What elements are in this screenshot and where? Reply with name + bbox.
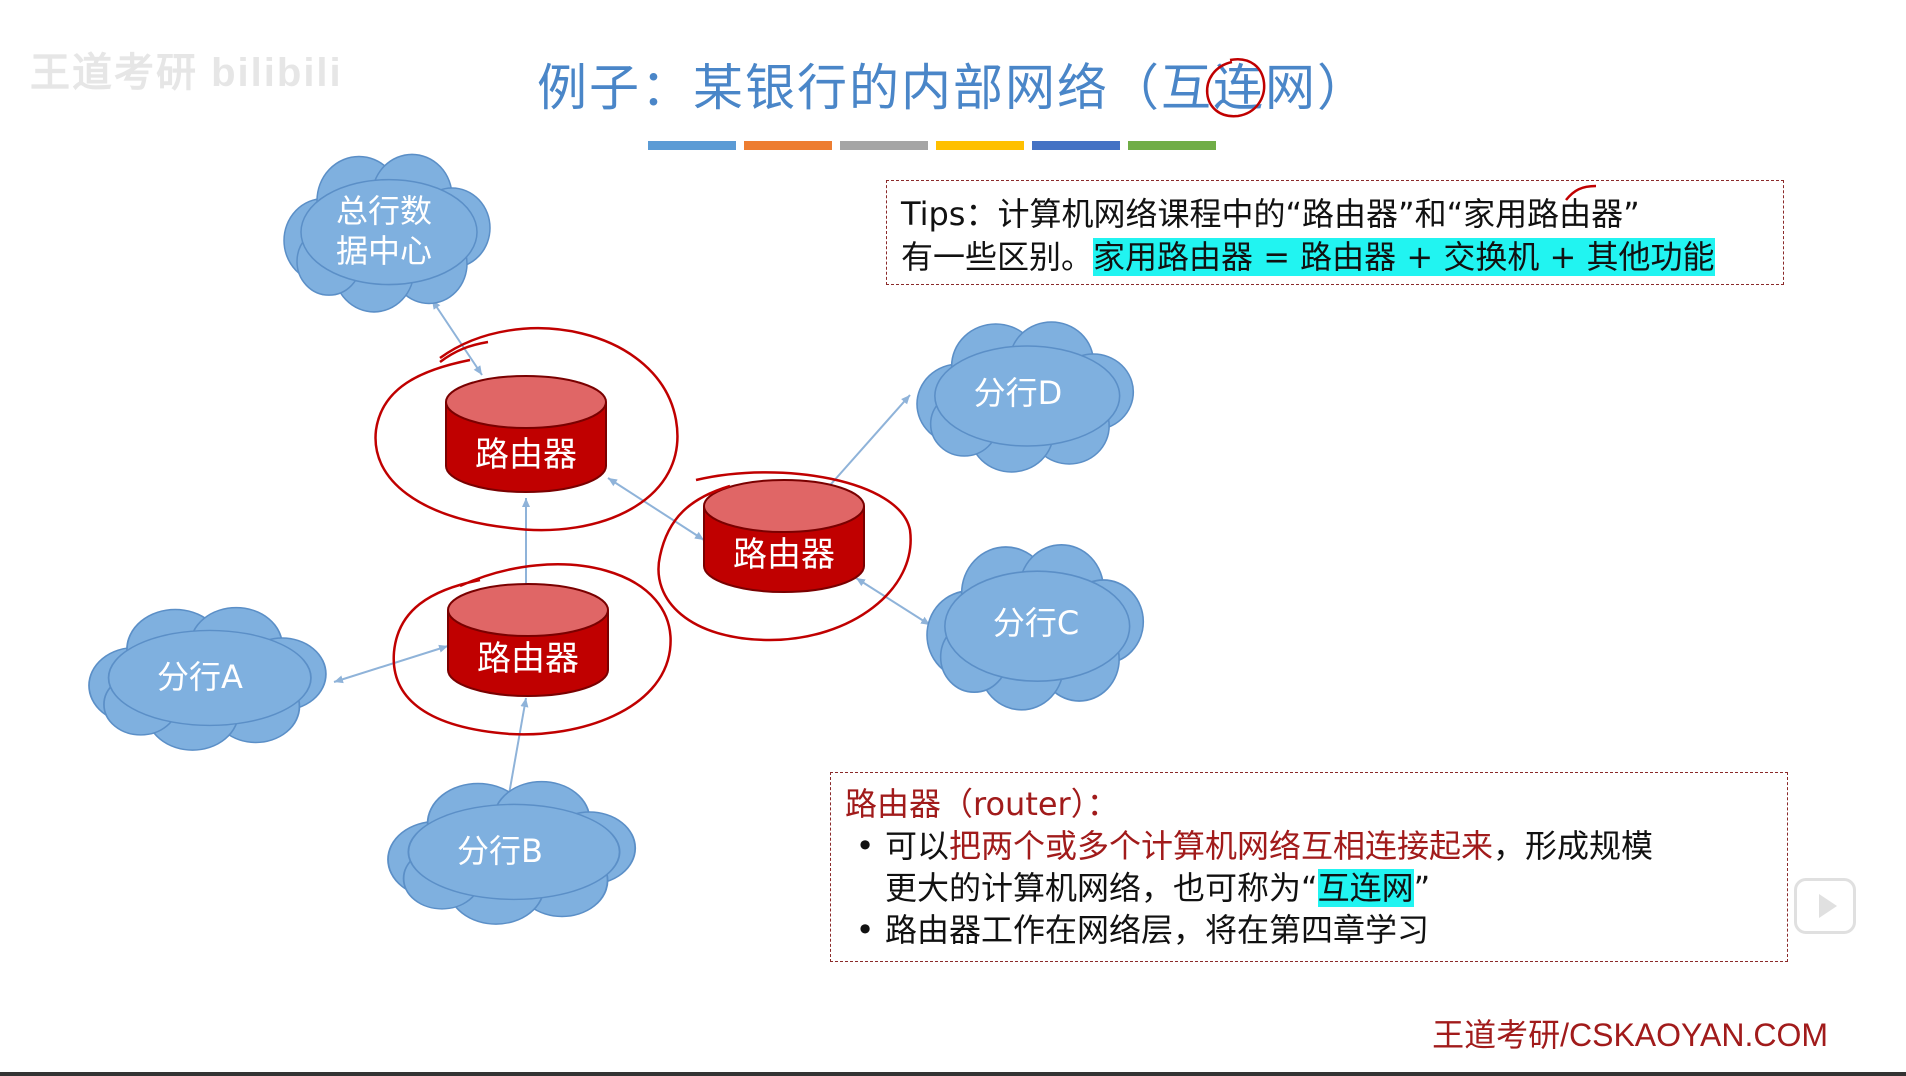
router-2: 路由器	[447, 583, 609, 697]
bullet-1-suffix: ，形成规模	[1493, 827, 1654, 865]
router-info-heading: 路由器（router）：	[845, 785, 1119, 823]
link-router3-branchC	[855, 577, 931, 626]
cloud-branch-c-label: 分行C	[993, 604, 1079, 642]
link-router2-branchA	[333, 644, 449, 684]
bottom-divider	[0, 1072, 1906, 1076]
cloud-hq-label-1: 总行数	[336, 192, 432, 230]
tips-line-1: Tips：计算机网络课程中的“路由器”和“家用路由器”	[901, 195, 1640, 233]
bullet-1-prefix: 可以	[885, 827, 950, 865]
cloud-branch-b: 分行B	[387, 780, 637, 925]
bullet-mark: •	[855, 911, 875, 949]
cloud-branch-a-label: 分行A	[157, 658, 243, 696]
bullet-1-line2-suffix: ”	[1413, 869, 1431, 907]
tips-highlight: 家用路由器 = 路由器 + 交换机 + 其他功能	[1093, 238, 1715, 276]
tips-box: Tips：计算机网络课程中的“路由器”和“家用路由器” 有一些区别。家用路由器 …	[886, 180, 1784, 285]
router-2-label: 路由器	[477, 639, 579, 679]
cloud-branch-d-label: 分行D	[974, 374, 1063, 412]
router-3: 路由器	[703, 479, 865, 593]
link-router1-router3	[607, 477, 705, 541]
tips-line-2: 有一些区别。家用路由器 = 路由器 + 交换机 + 其他功能	[901, 236, 1769, 279]
router-1-label: 路由器	[475, 435, 577, 475]
router-3-label: 路由器	[733, 535, 835, 575]
bullet-1-highlight: 互连网	[1317, 869, 1414, 907]
cloud-branch-b-label: 分行B	[457, 832, 543, 870]
footer-brand: 王道考研/CSKAOYAN.COM	[1432, 1017, 1828, 1053]
cloud-hq: 总行数 据中心	[283, 153, 491, 313]
bullet-mark: •	[855, 827, 875, 865]
cloud-hq-label-2: 据中心	[336, 232, 432, 270]
cloud-branch-d: 分行D	[916, 321, 1135, 473]
router-info-bullet-1: • 可以把两个或多个计算机网络互相连接起来，形成规模 更大的计算机网络，也可称为…	[845, 825, 1773, 909]
link-router3-branchD	[823, 394, 911, 493]
annotation-circle-title	[1206, 58, 1266, 118]
cloud-branch-a: 分行A	[88, 606, 327, 751]
cloud-branch-c: 分行C	[926, 543, 1145, 711]
bullet-1-red: 把两个或多个计算机网络互相连接起来	[949, 827, 1494, 865]
router-1: 路由器	[445, 375, 607, 493]
router-info-bullet-2: • 路由器工作在网络层，将在第四章学习	[845, 909, 1773, 951]
bullet-1-line2-prefix: 更大的计算机网络，也可称为“	[885, 869, 1318, 907]
router-info-box: 路由器（router）： • 可以把两个或多个计算机网络互相连接起来，形成规模 …	[830, 772, 1788, 962]
tips-line-2-prefix: 有一些区别。	[901, 238, 1094, 276]
bullet-2-text: 路由器工作在网络层，将在第四章学习	[885, 911, 1430, 949]
play-icon[interactable]	[1794, 878, 1856, 934]
